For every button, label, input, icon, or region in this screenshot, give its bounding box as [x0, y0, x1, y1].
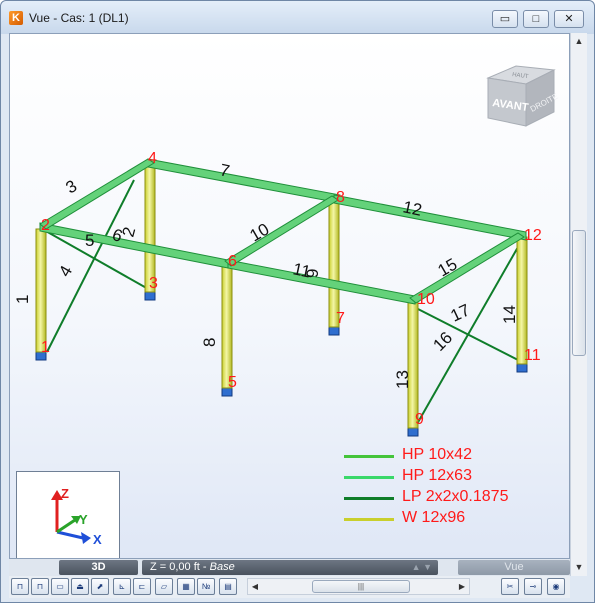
level-indicator[interactable]: Z = 0,00 ft - Base ▲ ▼	[142, 560, 438, 575]
numbering-toggle-icon[interactable]: №	[197, 578, 215, 595]
level-name: Base	[209, 561, 235, 573]
minimize-icon: ▭	[499, 13, 511, 25]
title-bar[interactable]: K Vue - Cas: 1 (DL1) ▭ □ ✕	[1, 1, 594, 34]
node-label-4: 4	[148, 150, 157, 167]
legend-item: LP 2x2x0.1875	[344, 488, 564, 508]
member-label-8: 8	[200, 338, 219, 347]
node-label-6: 6	[228, 253, 237, 270]
scroll-left-arrow-icon[interactable]: ◀	[248, 579, 262, 594]
app-window: K Vue - Cas: 1 (DL1) ▭ □ ✕ 1 2 3 4 5 6 7…	[0, 0, 595, 603]
scroll-right-arrow-icon[interactable]: ▶	[455, 579, 469, 594]
legend-item: HP 12x63	[344, 467, 564, 487]
app-logo-icon: K	[9, 11, 23, 25]
member-label-5: 5	[85, 231, 94, 250]
node-label-1: 1	[41, 339, 50, 356]
plate-toggle-icon[interactable]: ▱	[155, 578, 173, 595]
beam-member-10[interactable]	[224, 195, 339, 267]
close-button[interactable]: ✕	[554, 10, 584, 28]
horizontal-scroll-thumb[interactable]: |||	[312, 580, 410, 593]
member-label-12: 12	[401, 197, 423, 220]
supports-toggle-icon[interactable]: ⏏	[71, 578, 89, 595]
member-label-17: 17	[448, 300, 473, 325]
beam-member-11[interactable]	[227, 259, 416, 305]
legend-label: LP 2x2x0.1875	[402, 488, 509, 505]
beam-member-3[interactable]	[39, 158, 155, 230]
axis-z-label: Z	[61, 486, 69, 501]
bracing-members	[43, 179, 523, 425]
legend-label: W 12x96	[402, 509, 466, 526]
node-label-5: 5	[228, 374, 237, 391]
local-axes-toggle-icon[interactable]: ⊾	[113, 578, 131, 595]
column-member-2[interactable]	[144, 164, 156, 293]
vertical-scrollbar[interactable]: ▲ ▼	[570, 33, 587, 576]
node-label-11: 11	[524, 347, 541, 364]
scroll-down-arrow-icon[interactable]: ▼	[571, 559, 587, 576]
3d-viewport[interactable]: 1 2 3 4 5 6 7 8 9 10 11 12 13 14 15 16 1…	[9, 33, 570, 559]
node-label-2: 2	[41, 217, 50, 234]
layer-toggle-icon[interactable]: ▤	[219, 578, 237, 595]
axis-triad: Z Y X	[16, 471, 120, 558]
maximize-button[interactable]: □	[523, 10, 549, 28]
node-label-9: 9	[415, 411, 424, 428]
scroll-up-arrow-icon[interactable]: ▲	[571, 33, 587, 50]
status-bar: 3D Z = 0,00 ft - Base ▲ ▼ Vue	[9, 559, 570, 576]
level-stepper-icon[interactable]: ▲ ▼	[412, 560, 432, 575]
level-prefix: Z = 0,00 ft -	[150, 561, 210, 573]
member-label-16: 16	[429, 328, 456, 355]
legend-label: HP 12x63	[402, 467, 472, 484]
legend-label: HP 10x42	[402, 446, 472, 463]
column-member-1[interactable]	[35, 228, 47, 353]
node-labels-toggle-icon[interactable]: ⊓	[11, 578, 29, 595]
link-tool-icon[interactable]: ⊸	[524, 578, 542, 595]
member-label-3: 3	[63, 176, 81, 197]
minimize-button[interactable]: ▭	[492, 10, 518, 28]
camera-tool-icon[interactable]: ◉	[547, 578, 565, 595]
column-member-9[interactable]	[328, 199, 340, 328]
columns	[35, 164, 528, 429]
legend-swatch	[344, 518, 394, 521]
beam-member-12[interactable]	[333, 194, 527, 241]
axis-y-label: Y	[79, 512, 88, 527]
column-member-8[interactable]	[221, 263, 233, 389]
legend-swatch	[344, 455, 394, 458]
column-member-14[interactable]	[516, 236, 528, 365]
node-label-7: 7	[336, 310, 345, 327]
member-label-4: 4	[55, 262, 76, 280]
view-cube-icon[interactable]: HAUT AVANT DROITE	[482, 56, 562, 136]
column-member-13[interactable]	[407, 301, 419, 429]
close-icon: ✕	[564, 13, 574, 25]
legend-swatch	[344, 476, 394, 479]
section-labels-toggle-icon[interactable]: ▭	[51, 578, 69, 595]
node-label-12: 12	[524, 227, 542, 244]
legend-item: HP 10x42	[344, 446, 564, 466]
node-label-3: 3	[149, 275, 158, 292]
horizontal-scrollbar[interactable]: ◀ ||| ▶	[247, 578, 470, 595]
loads-toggle-icon[interactable]: ⬈	[91, 578, 109, 595]
view-mode-indicator[interactable]: 3D	[59, 560, 138, 575]
member-labels-toggle-icon[interactable]: ⊓	[31, 578, 49, 595]
render-toggle-icon[interactable]: ⊏	[133, 578, 151, 595]
bottom-toolbar: ⊓ ⊓ ▭ ⏏ ⬈ ⊾ ⊏ ▱ ▦ № ▤ ◀ ||| ▶ ✂ ⊸ ◉	[9, 576, 570, 598]
member-label-1: 1	[13, 295, 32, 304]
node-label-8: 8	[336, 189, 345, 206]
eraser-tool-icon[interactable]: ✂	[501, 578, 519, 595]
member-label-13: 13	[393, 370, 412, 389]
member-label-14: 14	[500, 305, 519, 324]
legend-item: W 12x96	[344, 509, 564, 529]
maximize-icon: □	[532, 13, 540, 25]
window-title: Vue - Cas: 1 (DL1)	[29, 11, 129, 25]
vertical-scroll-thumb[interactable]	[572, 230, 586, 356]
grid-toggle-icon[interactable]: ▦	[177, 578, 195, 595]
node-label-10: 10	[417, 291, 435, 308]
beam-member-7[interactable]	[147, 158, 341, 204]
axis-x-label: X	[93, 532, 102, 547]
view-indicator[interactable]: Vue	[458, 560, 570, 575]
legend-swatch	[344, 497, 394, 500]
